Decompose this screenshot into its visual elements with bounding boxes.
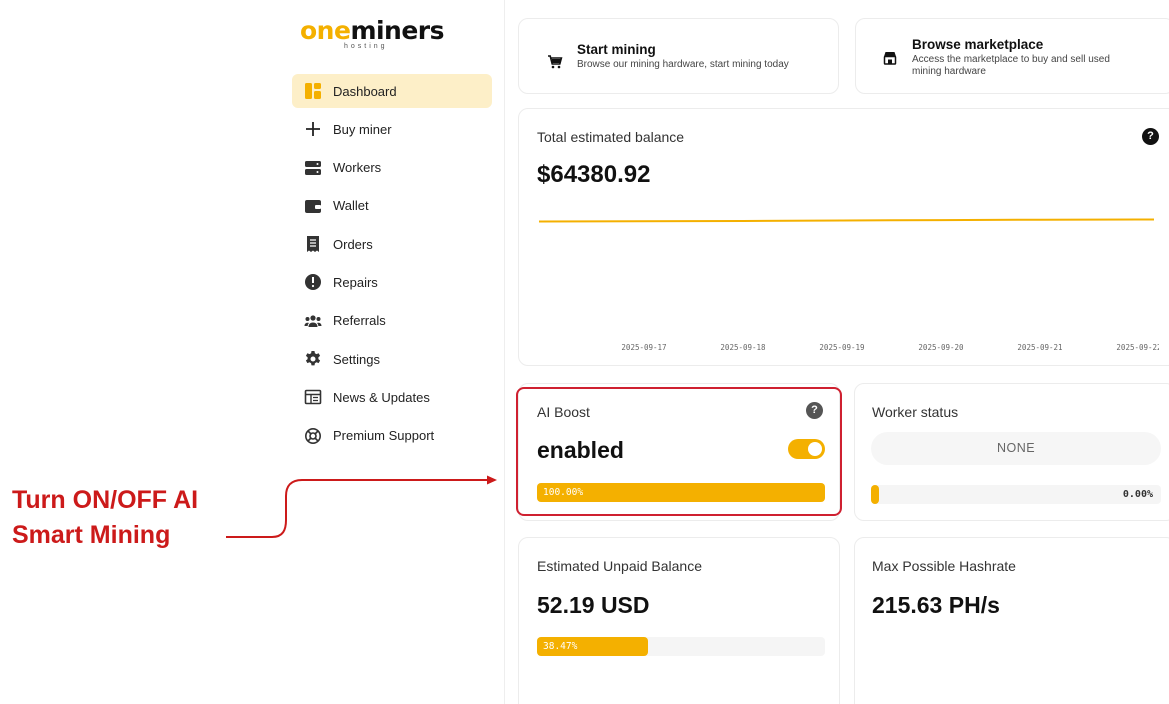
sidebar-divider <box>504 0 505 704</box>
sidebar-item-label: Dashboard <box>333 83 397 99</box>
unpaid-balance-card: Estimated Unpaid Balance 52.19 USD 38.47… <box>518 537 840 704</box>
browse-marketplace-card[interactable]: Browse marketplace Access the marketplac… <box>855 18 1169 94</box>
store-icon <box>882 50 898 66</box>
browse-marketplace-title: Browse marketplace <box>912 37 1044 52</box>
sidebar-item-label: Premium Support <box>333 428 435 444</box>
sidebar: oneminers hosting Dashboard Buy miner Wo… <box>290 0 500 704</box>
sidebar-item-premium-support[interactable]: Premium Support <box>292 419 492 453</box>
logo-word-miners: miners <box>350 16 445 45</box>
alert-icon <box>304 273 322 291</box>
balance-chart: 2025-09-17 2025-09-18 2025-09-19 2025-09-20… <box>538 218 1159 352</box>
lifebuoy-icon <box>304 427 322 445</box>
users-icon <box>304 312 322 330</box>
sidebar-item-label: Referrals <box>333 313 386 329</box>
annotation-line-1: Turn ON/OFF AI <box>12 486 199 514</box>
brand-logo[interactable]: oneminers hosting <box>300 16 445 54</box>
gear-icon <box>304 350 322 368</box>
hashrate-label: Max Possible Hashrate <box>872 558 1016 574</box>
annotation-line-2: Smart Mining <box>12 521 171 549</box>
cart-icon <box>547 54 563 70</box>
annotation-text: Turn ON/OFF AI Smart Mining <box>12 483 198 553</box>
sidebar-item-news[interactable]: News & Updates <box>292 380 492 414</box>
x-tick-label: 2025-09-20 <box>918 343 964 352</box>
sidebar-item-workers[interactable]: Workers <box>292 151 492 185</box>
sidebar-item-label: News & Updates <box>333 389 430 405</box>
sidebar-item-dashboard[interactable]: Dashboard <box>292 74 492 108</box>
dashboard-icon <box>304 82 322 100</box>
sidebar-item-label: Buy miner <box>333 121 392 137</box>
newspaper-icon <box>304 388 322 406</box>
x-tick-label: 2025-09-18 <box>720 343 766 352</box>
sidebar-item-label: Settings <box>333 351 380 367</box>
x-tick-label: 2025-09-22 <box>1116 343 1159 352</box>
worker-status-progress-text: 0.00% <box>1122 489 1153 500</box>
unpaid-balance-value: 52.19 USD <box>537 592 650 618</box>
sidebar-item-label: Orders <box>333 236 373 252</box>
server-icon <box>304 159 322 177</box>
unpaid-balance-progress-text: 38.47% <box>543 641 578 652</box>
ai-boost-highlight <box>516 387 842 516</box>
start-mining-card[interactable]: Start mining Browse our mining hardware,… <box>518 18 839 94</box>
x-tick-label: 2025-09-19 <box>819 343 864 352</box>
worker-status-card: Worker status NONE 0.00% <box>854 383 1169 521</box>
worker-status-progress: 0.00% <box>871 485 1161 504</box>
x-tick-label: 2025-09-17 <box>621 343 666 352</box>
wallet-icon <box>304 197 322 215</box>
worker-status-progress-fill <box>871 485 879 504</box>
unpaid-balance-label: Estimated Unpaid Balance <box>537 558 702 574</box>
x-tick-label: 2025-09-21 <box>1017 343 1062 352</box>
plus-icon <box>304 120 322 138</box>
receipt-icon <box>304 235 322 253</box>
logo-word-one: one <box>300 16 351 45</box>
start-mining-desc: Browse our mining hardware, start mining… <box>577 59 789 70</box>
unpaid-balance-progress: 38.47% <box>537 637 825 656</box>
sidebar-item-label: Wallet <box>333 198 369 214</box>
sidebar-item-label: Workers <box>333 160 382 176</box>
browse-marketplace-desc: Access the marketplace to buy and sell u… <box>912 54 1110 77</box>
sidebar-item-repairs[interactable]: Repairs <box>292 265 492 299</box>
sidebar-item-wallet[interactable]: Wallet <box>292 189 492 223</box>
worker-status-pill: NONE <box>871 432 1161 465</box>
sidebar-item-referrals[interactable]: Referrals <box>292 304 492 338</box>
sidebar-item-orders[interactable]: Orders <box>292 227 492 261</box>
sidebar-item-label: Repairs <box>333 274 378 290</box>
balance-series-line <box>538 218 1154 223</box>
start-mining-title: Start mining <box>577 42 656 57</box>
hashrate-value: 215.63 PH/s <box>872 592 1000 618</box>
sidebar-nav: Dashboard Buy miner Workers Wallet Order… <box>292 74 492 457</box>
hashrate-card: Max Possible Hashrate 215.63 PH/s <box>854 537 1169 704</box>
worker-status-label: Worker status <box>872 404 959 420</box>
sidebar-item-buy-miner[interactable]: Buy miner <box>292 112 492 146</box>
sidebar-item-settings[interactable]: Settings <box>292 342 492 376</box>
balance-card: Total estimated balance $64380.92 ? 2025… <box>518 108 1169 366</box>
